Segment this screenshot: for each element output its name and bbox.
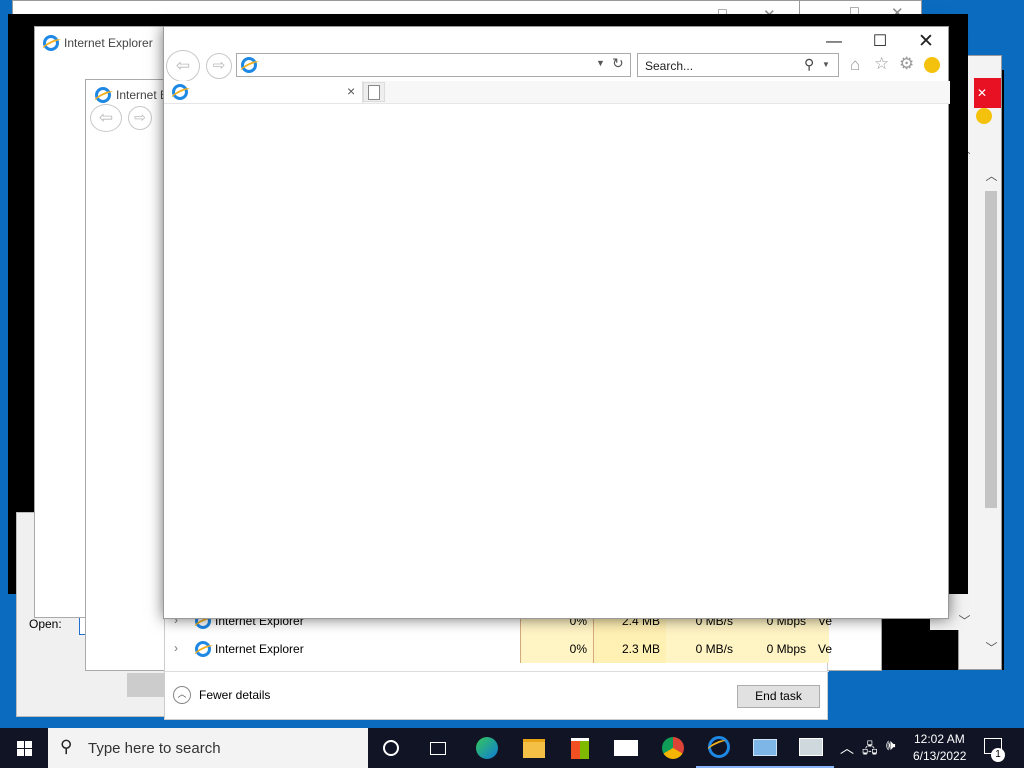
network-cell: 0 Mbps xyxy=(739,635,812,663)
memory-cell: 2.3 MB xyxy=(593,635,666,663)
open-label: Open: xyxy=(29,617,62,631)
home-icon[interactable]: ⌂ xyxy=(850,55,860,75)
back-button[interactable]: ⇦ xyxy=(90,104,122,132)
cpu-cell: 0% xyxy=(520,635,593,663)
forward-button[interactable]: ⇨ xyxy=(206,53,232,79)
expand-chevron-icon[interactable]: › xyxy=(174,641,178,655)
task-row[interactable]: › Internet Explorer 0% 2.3 MB 0 MB/s 0 M… xyxy=(165,635,832,663)
chrome-icon xyxy=(662,737,684,759)
new-tab-icon xyxy=(368,85,380,100)
search-icon: ⚲ xyxy=(60,737,73,756)
task-manager-icon xyxy=(799,738,823,756)
volume-icon[interactable]: 🕪 xyxy=(886,737,895,754)
clock-time[interactable]: 12:02 AM xyxy=(914,732,965,746)
smiley-icon xyxy=(976,108,992,124)
ie-logo-icon xyxy=(241,57,257,73)
mail-envelope-icon xyxy=(614,740,638,756)
ie-logo-icon xyxy=(43,35,59,51)
folder-icon xyxy=(523,738,545,758)
task-view-button[interactable] xyxy=(415,728,461,768)
chrome-taskbar-button[interactable] xyxy=(650,728,696,768)
footer-divider xyxy=(165,671,829,672)
chevron-up-icon: ︿ xyxy=(173,686,191,704)
taskbar: ⚲ Type here to search ︿ 🖧 🕪 12:02 AM 6/1… xyxy=(0,728,1024,768)
process-name: Internet Explorer xyxy=(215,642,304,656)
tab-active[interactable]: × xyxy=(164,81,363,103)
address-bar[interactable]: ▼ ↻ xyxy=(236,53,631,77)
ie-logo-icon xyxy=(172,84,188,100)
maximize-button[interactable]: ☐ xyxy=(857,27,903,57)
settings-gear-icon[interactable]: ⚙ xyxy=(899,54,914,74)
clock-date[interactable]: 6/13/2022 xyxy=(913,749,966,763)
network-icon[interactable]: 🖧 xyxy=(862,738,878,762)
window-title: Internet E xyxy=(116,88,169,102)
mail-taskbar-button[interactable] xyxy=(603,728,649,768)
end-task-button[interactable]: End task xyxy=(737,685,820,708)
search-input[interactable]: Search... xyxy=(645,59,693,73)
tab-row: × xyxy=(164,81,950,104)
scroll-down-arrow[interactable]: ﹀ xyxy=(983,640,1000,657)
store-bag-icon xyxy=(571,737,589,759)
disk-cell: 0 MB/s xyxy=(666,635,739,663)
search-box[interactable]: Search... ⚲ ▼ xyxy=(637,53,839,77)
window-title: Internet Explorer xyxy=(64,36,153,50)
ie-window-front: — ☐ ✕ ⇦ ⇨ ▼ ↻ Search... ⚲ ▼ ⌂ ☆ ⚙ × xyxy=(163,26,950,619)
windows-logo-icon xyxy=(16,740,32,756)
smiley-feedback-icon[interactable] xyxy=(924,57,940,73)
scroll-up-arrow[interactable]: ︿ xyxy=(983,168,1000,185)
app-taskbar-button[interactable] xyxy=(742,728,788,768)
cortana-circle-icon xyxy=(383,740,399,756)
file-explorer-taskbar-button[interactable] xyxy=(511,728,557,768)
forward-button[interactable]: ⇨ xyxy=(128,106,152,130)
extra-cell: Ve xyxy=(812,635,832,663)
scrollbar-thumb[interactable] xyxy=(985,191,997,508)
start-button[interactable] xyxy=(0,728,48,768)
notification-count-badge: 1 xyxy=(991,748,1005,762)
screen-app-icon xyxy=(753,738,777,756)
task-manager-taskbar-button[interactable] xyxy=(788,728,834,768)
dropdown-arrow-icon[interactable]: ▼ xyxy=(596,58,605,68)
tab-close-icon[interactable]: × xyxy=(347,83,355,99)
close-button[interactable]: ✕ xyxy=(903,27,949,57)
ie-logo-icon xyxy=(708,736,730,758)
ie-logo-icon xyxy=(95,87,111,103)
task-view-icon xyxy=(430,741,446,755)
new-tab-button[interactable] xyxy=(363,82,385,102)
cortana-button[interactable] xyxy=(368,728,414,768)
edge-taskbar-button[interactable] xyxy=(464,728,510,768)
store-taskbar-button[interactable] xyxy=(557,728,603,768)
edge-icon xyxy=(476,737,498,759)
ie-taskbar-button[interactable] xyxy=(696,728,742,768)
taskbar-search-box[interactable]: ⚲ Type here to search xyxy=(48,728,368,768)
back-button[interactable]: ⇦ xyxy=(166,50,200,82)
chevron-up-icon[interactable]: ︿ xyxy=(840,738,854,758)
task-manager: › Internet Explorer 0% 2.4 MB 0 MB/s 0 M… xyxy=(164,606,832,720)
fewer-details-label: Fewer details xyxy=(199,688,271,702)
scroll-down-arrow[interactable]: ﹀ xyxy=(956,613,973,630)
dropdown-arrow-icon[interactable]: ▼ xyxy=(822,60,830,69)
ie-logo-icon xyxy=(195,641,211,657)
taskbar-search-input[interactable]: Type here to search xyxy=(88,740,221,757)
favorites-star-icon[interactable]: ☆ xyxy=(874,54,889,74)
page-content[interactable] xyxy=(164,104,948,618)
search-icon[interactable]: ⚲ xyxy=(804,56,814,73)
refresh-icon[interactable]: ↻ xyxy=(612,55,624,72)
